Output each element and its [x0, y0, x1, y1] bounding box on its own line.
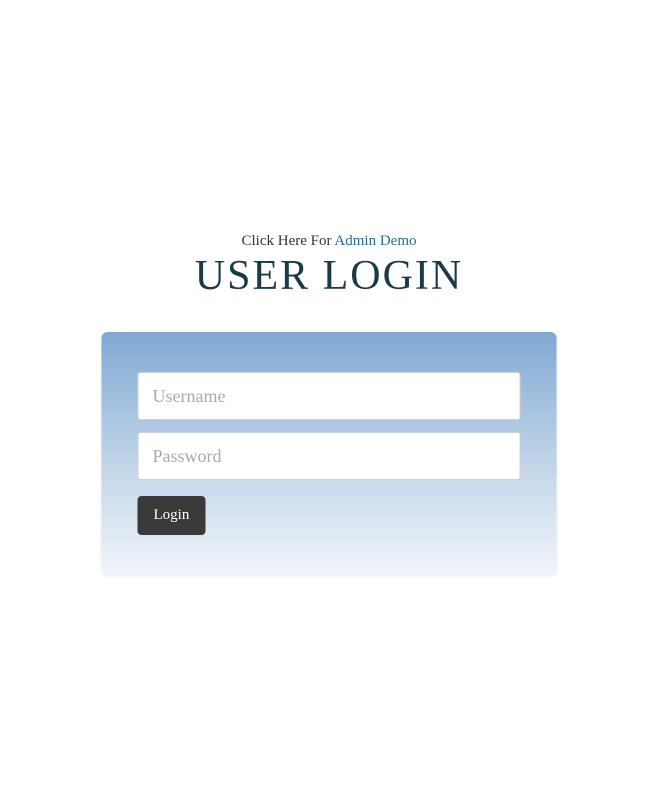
login-button[interactable]: Login — [138, 496, 206, 535]
click-here-line: Click Here For Admin Demo — [102, 233, 557, 250]
password-input[interactable] — [138, 432, 521, 480]
click-here-prefix: Click Here For — [242, 233, 335, 249]
admin-demo-link[interactable]: Admin Demo — [334, 233, 416, 249]
username-input[interactable] — [138, 372, 521, 420]
login-panel: Login — [102, 332, 557, 575]
login-container: Click Here For Admin Demo USER LOGIN Log… — [102, 233, 557, 575]
page-title: USER LOGIN — [102, 252, 557, 300]
